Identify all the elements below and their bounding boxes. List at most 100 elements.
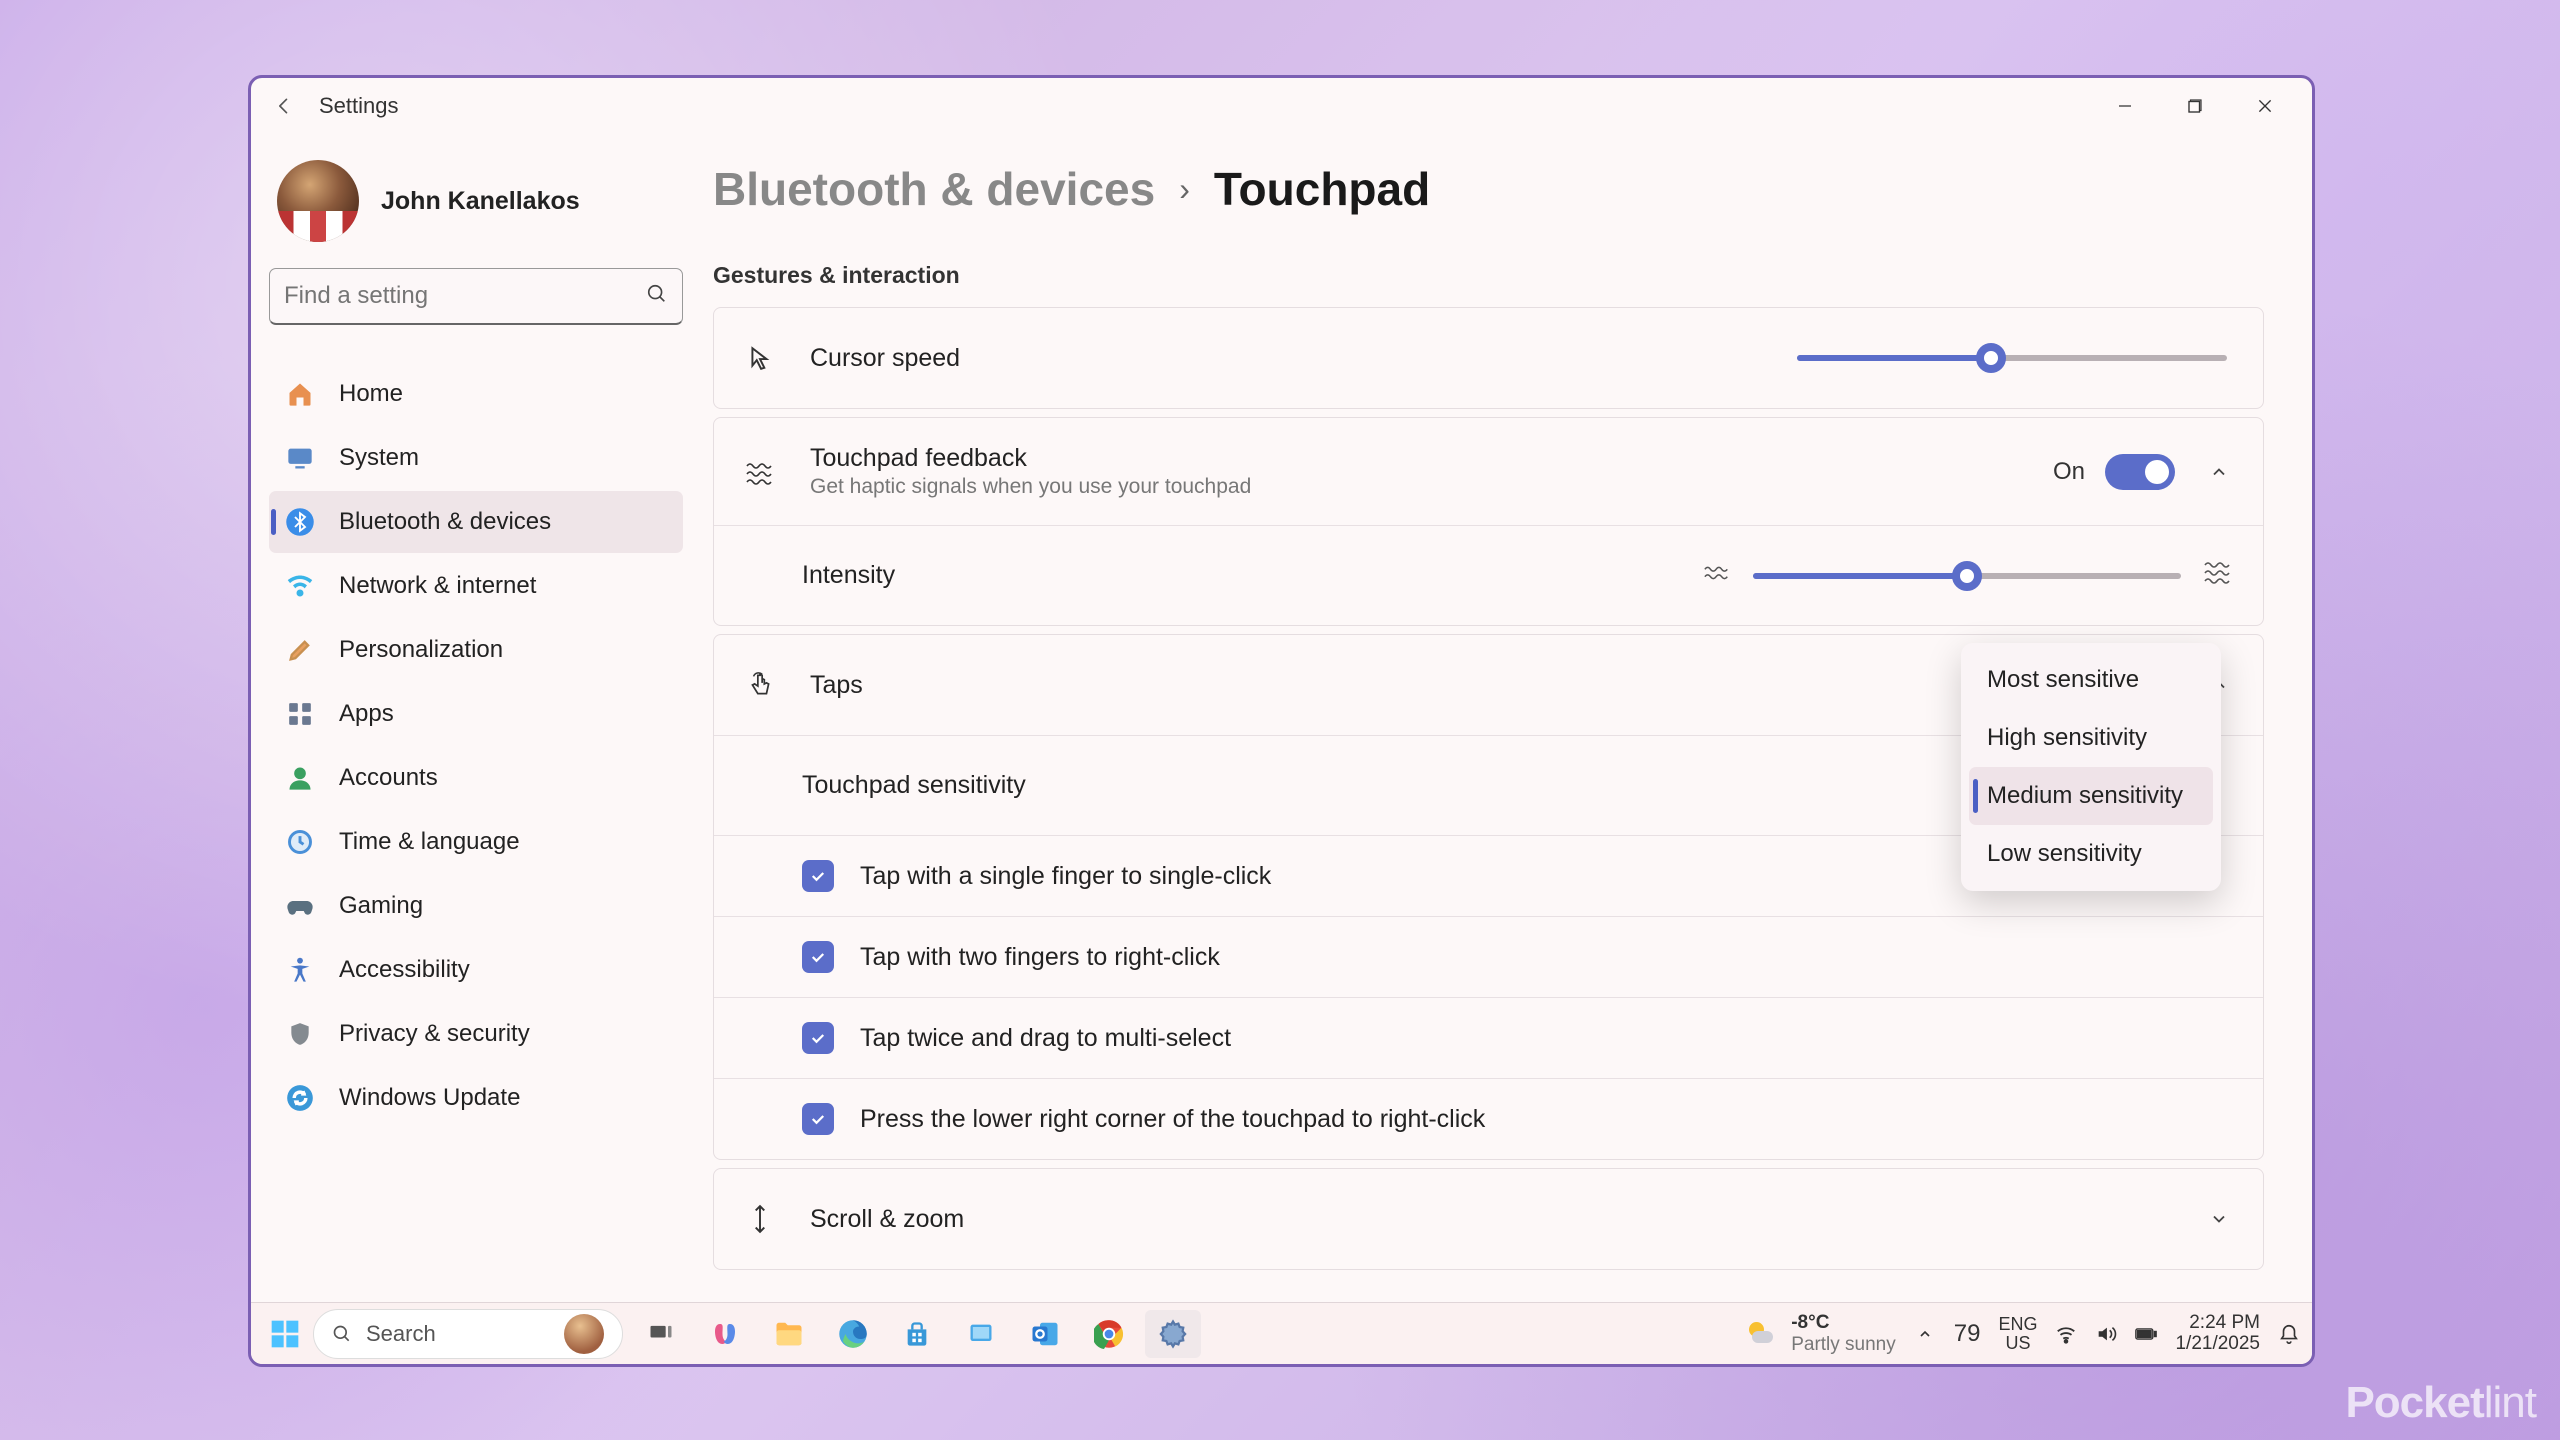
nav-accounts[interactable]: Accounts: [269, 747, 683, 809]
copilot-button[interactable]: [697, 1310, 753, 1358]
window-controls: [2090, 85, 2300, 127]
checkbox[interactable]: [802, 1103, 834, 1135]
cursor-speed-label: Cursor speed: [810, 344, 1797, 373]
weather-widget[interactable]: -8°C Partly sunny: [1743, 1312, 1896, 1356]
titlebar: Settings: [251, 78, 2312, 134]
outlook-button[interactable]: [1017, 1310, 1073, 1358]
nav-accessibility[interactable]: Accessibility: [269, 939, 683, 1001]
nav-update[interactable]: Windows Update: [269, 1067, 683, 1129]
checkbox[interactable]: [802, 860, 834, 892]
language-indicator[interactable]: ENG US: [1998, 1315, 2037, 1353]
nav-personalization[interactable]: Personalization: [269, 619, 683, 681]
search-box[interactable]: [269, 268, 683, 325]
settings-app-button[interactable]: [1145, 1310, 1201, 1358]
bluetooth-icon: [283, 505, 317, 539]
task-view-button[interactable]: [633, 1310, 689, 1358]
settings-window: Settings John Kanellakos: [248, 75, 2315, 1367]
personalization-icon: [283, 633, 317, 667]
sensitivity-dropdown[interactable]: Most sensitive High sensitivity Medium s…: [1961, 643, 2221, 891]
system-tray: -8°C Partly sunny 79 ENG US: [1743, 1312, 2300, 1356]
tray-expand-icon[interactable]: [1914, 1323, 1936, 1345]
tap-option-label: Tap with two fingers to right-click: [860, 943, 1220, 972]
window-title: Settings: [319, 93, 399, 119]
intensity-high-icon: [2203, 560, 2233, 591]
start-button[interactable]: [263, 1312, 307, 1356]
tray-number[interactable]: 79: [1954, 1320, 1981, 1348]
close-button[interactable]: [2230, 85, 2300, 127]
scroll-zoom-label: Scroll & zoom: [810, 1205, 2205, 1234]
intensity-slider[interactable]: [1753, 573, 2181, 579]
accounts-icon: [283, 761, 317, 795]
feedback-sublabel: Get haptic signals when you use your tou…: [810, 475, 2053, 499]
nav-apps[interactable]: Apps: [269, 683, 683, 745]
cursor-speed-slider[interactable]: [1797, 355, 2227, 361]
tap-option[interactable]: Press the lower right corner of the touc…: [714, 1078, 2263, 1159]
collapse-button[interactable]: [2205, 458, 2233, 486]
taps-card: Taps Touchpad sensitivity Tap with a sin…: [713, 634, 2264, 1160]
search-highlight-avatar: [564, 1314, 604, 1354]
tap-option-label: Tap with a single finger to single-click: [860, 862, 1271, 891]
taskbar-search[interactable]: Search: [313, 1309, 623, 1359]
nav-label: Accounts: [339, 764, 438, 792]
feedback-toggle[interactable]: [2105, 454, 2175, 490]
nav-label: Apps: [339, 700, 394, 728]
volume-icon[interactable]: [2095, 1323, 2117, 1345]
nav-home[interactable]: Home: [269, 363, 683, 425]
nav-label: Windows Update: [339, 1084, 520, 1112]
nav-label: System: [339, 444, 419, 472]
dropdown-item-selected[interactable]: Medium sensitivity: [1969, 767, 2213, 825]
app-button[interactable]: [953, 1310, 1009, 1358]
scroll-icon: [744, 1203, 776, 1235]
breadcrumb-parent[interactable]: Bluetooth & devices: [713, 162, 1155, 216]
checkbox[interactable]: [802, 1022, 834, 1054]
clock[interactable]: 2:24 PM 1/21/2025: [2175, 1313, 2260, 1355]
nav-gaming[interactable]: Gaming: [269, 875, 683, 937]
checkbox[interactable]: [802, 941, 834, 973]
nav-label: Home: [339, 380, 403, 408]
maximize-button[interactable]: [2160, 85, 2230, 127]
avatar: [277, 160, 359, 242]
minimize-button[interactable]: [2090, 85, 2160, 127]
system-icon: [283, 441, 317, 475]
search-input[interactable]: [284, 282, 646, 310]
chrome-button[interactable]: [1081, 1310, 1137, 1358]
time-icon: [283, 825, 317, 859]
user-profile[interactable]: John Kanellakos: [269, 150, 683, 268]
haptic-icon: [744, 456, 776, 488]
accessibility-icon: [283, 953, 317, 987]
dropdown-item[interactable]: High sensitivity: [1969, 709, 2213, 767]
weather-temp: -8°C: [1791, 1312, 1896, 1334]
home-icon: [283, 377, 317, 411]
edge-button[interactable]: [825, 1310, 881, 1358]
taskbar-search-placeholder: Search: [366, 1321, 436, 1347]
wifi-icon[interactable]: [2055, 1323, 2077, 1345]
nav-system[interactable]: System: [269, 427, 683, 489]
tap-option[interactable]: Tap twice and drag to multi-select: [714, 997, 2263, 1078]
notifications-icon[interactable]: [2278, 1323, 2300, 1345]
weather-desc: Partly sunny: [1791, 1334, 1896, 1356]
toggle-state-label: On: [2053, 458, 2085, 486]
file-explorer-button[interactable]: [761, 1310, 817, 1358]
tap-option[interactable]: Tap with two fingers to right-click: [714, 916, 2263, 997]
user-name: John Kanellakos: [381, 187, 580, 216]
expand-button[interactable]: [2205, 1205, 2233, 1233]
tap-option-label: Press the lower right corner of the touc…: [860, 1105, 1485, 1134]
nav-label: Personalization: [339, 636, 503, 664]
nav-label: Accessibility: [339, 956, 470, 984]
scroll-zoom-card[interactable]: Scroll & zoom: [713, 1168, 2264, 1270]
store-button[interactable]: [889, 1310, 945, 1358]
battery-icon[interactable]: [2135, 1323, 2157, 1345]
nav-privacy[interactable]: Privacy & security: [269, 1003, 683, 1065]
weather-icon: [1743, 1316, 1779, 1352]
dropdown-item[interactable]: Most sensitive: [1969, 651, 2213, 709]
dropdown-item[interactable]: Low sensitivity: [1969, 825, 2213, 883]
intensity-label: Intensity: [802, 561, 1703, 590]
back-button[interactable]: [263, 85, 305, 127]
feedback-card: Touchpad feedback Get haptic signals whe…: [713, 417, 2264, 626]
nav-network[interactable]: Network & internet: [269, 555, 683, 617]
tap-option-label: Tap twice and drag to multi-select: [860, 1024, 1231, 1053]
nav-time[interactable]: Time & language: [269, 811, 683, 873]
nav-bluetooth[interactable]: Bluetooth & devices: [269, 491, 683, 553]
nav-label: Gaming: [339, 892, 423, 920]
main-content: Bluetooth & devices › Touchpad Gestures …: [701, 134, 2312, 1302]
